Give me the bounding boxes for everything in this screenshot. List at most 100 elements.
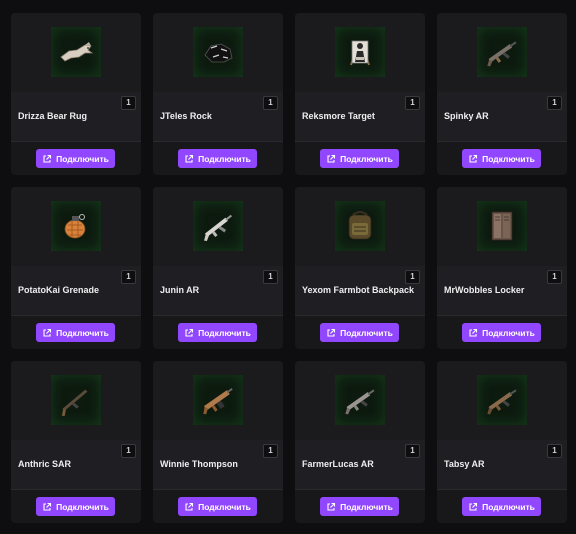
item-thumbnail: [477, 27, 527, 77]
connect-button[interactable]: Подключить: [178, 497, 257, 516]
external-link-icon: [185, 502, 194, 511]
divider: [153, 315, 283, 316]
divider: [295, 315, 425, 316]
external-link-icon: [327, 502, 336, 511]
assault-rifle-icon: [345, 389, 375, 415]
quantity-badge: 1: [405, 444, 420, 458]
drop-card: 1 JTeles Rock Подключить: [153, 13, 283, 175]
item-name: JTeles Rock: [160, 111, 212, 121]
divider: [11, 489, 141, 490]
external-link-icon: [469, 328, 478, 337]
item-thumbnail: [335, 375, 385, 425]
connect-label: Подключить: [198, 153, 251, 164]
quantity-badge: 1: [547, 96, 562, 110]
divider: [153, 489, 283, 490]
grenade-icon: [64, 214, 86, 239]
connect-label: Подключить: [198, 327, 251, 338]
divider: [11, 315, 141, 316]
divider: [11, 141, 141, 142]
connect-button[interactable]: Подключить: [320, 497, 399, 516]
drop-card: 1 Tabsy AR Подключить: [437, 361, 567, 523]
item-name: Drizza Bear Rug: [18, 111, 88, 121]
drop-card: 1 Reksmore Target Подключить: [295, 13, 425, 175]
target-icon: [350, 40, 370, 66]
quantity-badge: 1: [547, 444, 562, 458]
connect-button[interactable]: Подключить: [462, 323, 541, 342]
external-link-icon: [469, 502, 478, 511]
external-link-icon: [43, 328, 52, 337]
locker-icon: [491, 211, 513, 241]
semi-auto-rifle-icon: [61, 389, 88, 417]
connect-label: Подключить: [56, 153, 109, 164]
assault-rifle-icon: [204, 214, 233, 242]
drop-card: 1 PotatoKai Grenade Подключить: [11, 187, 141, 349]
item-thumbnail: [193, 375, 243, 425]
item-thumbnail: [51, 375, 101, 425]
connect-label: Подключить: [340, 501, 393, 512]
quantity-badge: 1: [263, 270, 278, 284]
item-name: Junin AR: [160, 285, 200, 295]
quantity-badge: 1: [121, 96, 136, 110]
assault-rifle-icon: [487, 389, 517, 415]
quantity-badge: 1: [263, 96, 278, 110]
quantity-badge: 1: [121, 444, 136, 458]
connect-label: Подключить: [340, 327, 393, 338]
connect-label: Подключить: [482, 327, 535, 338]
connect-button[interactable]: Подключить: [36, 323, 115, 342]
divider: [437, 141, 567, 142]
drop-card: 1 Winnie Thompson Подключить: [153, 361, 283, 523]
bear-rug-icon: [60, 42, 94, 62]
connect-button[interactable]: Подключить: [462, 149, 541, 168]
item-name: Winnie Thompson: [160, 459, 238, 469]
external-link-icon: [327, 328, 336, 337]
divider: [295, 141, 425, 142]
drop-card: 1 Anthric SAR Подключить: [11, 361, 141, 523]
external-link-icon: [469, 154, 478, 163]
quantity-badge: 1: [121, 270, 136, 284]
divider: [437, 489, 567, 490]
drop-card: 1 Spinky AR Подключить: [437, 13, 567, 175]
connect-label: Подключить: [56, 327, 109, 338]
quantity-badge: 1: [405, 96, 420, 110]
item-thumbnail: [193, 27, 243, 77]
divider: [153, 141, 283, 142]
item-thumbnail: [193, 201, 243, 251]
quantity-badge: 1: [547, 270, 562, 284]
item-thumbnail: [51, 27, 101, 77]
quantity-badge: 1: [405, 270, 420, 284]
connect-label: Подключить: [482, 153, 535, 164]
item-thumbnail: [335, 201, 385, 251]
connect-label: Подключить: [56, 501, 109, 512]
divider: [437, 315, 567, 316]
connect-button[interactable]: Подключить: [178, 323, 257, 342]
drop-card: 1 FarmerLucas AR Подключить: [295, 361, 425, 523]
connect-button[interactable]: Подключить: [36, 149, 115, 168]
item-name: Yexom Farmbot Backpack: [302, 285, 415, 295]
external-link-icon: [185, 328, 194, 337]
thompson-icon: [203, 388, 233, 415]
item-thumbnail: [335, 27, 385, 77]
item-thumbnail: [477, 201, 527, 251]
item-thumbnail: [477, 375, 527, 425]
external-link-icon: [43, 502, 52, 511]
divider: [295, 489, 425, 490]
connect-button[interactable]: Подключить: [36, 497, 115, 516]
assault-rifle-icon: [487, 41, 517, 67]
connect-button[interactable]: Подключить: [178, 149, 257, 168]
drop-card: 1 MrWobbles Locker Подключить: [437, 187, 567, 349]
drop-card: 1 Yexom Farmbot Backpack Подключить: [295, 187, 425, 349]
external-link-icon: [43, 154, 52, 163]
external-link-icon: [185, 154, 194, 163]
item-name: Reksmore Target: [302, 111, 375, 121]
drops-grid: 1 Drizza Bear Rug Подключить 1 JTeles Ro…: [11, 13, 567, 523]
connect-button[interactable]: Подключить: [320, 323, 399, 342]
item-name: PotatoKai Grenade: [18, 285, 100, 295]
connect-button[interactable]: Подключить: [320, 149, 399, 168]
connect-label: Подключить: [482, 501, 535, 512]
connect-button[interactable]: Подключить: [462, 497, 541, 516]
item-name: Tabsy AR: [444, 459, 485, 469]
quantity-badge: 1: [263, 444, 278, 458]
connect-label: Подключить: [198, 501, 251, 512]
rock-icon: [204, 43, 233, 63]
backpack-icon: [348, 211, 372, 240]
